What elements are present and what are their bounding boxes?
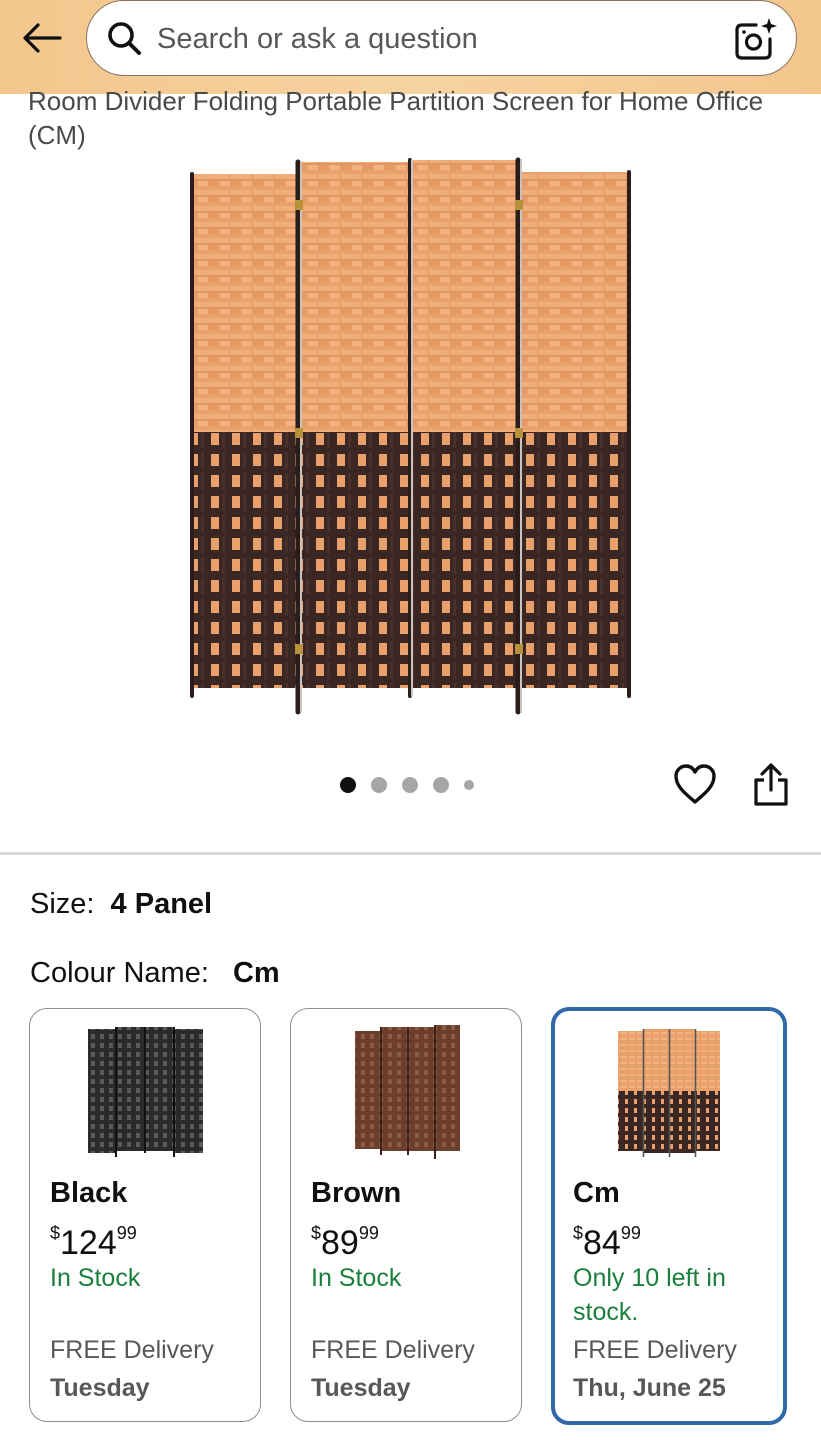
variant-card-brown[interactable]: Brown $8999 In Stock FREE Delivery Tuesd… [290, 1008, 522, 1422]
delivery-day: Thu, June 25 [573, 1374, 726, 1402]
price-cents: 99 [620, 1223, 641, 1243]
image-carousel-indicator[interactable] [340, 776, 474, 794]
delivery-label: FREE Delivery [573, 1336, 737, 1364]
search-bar[interactable] [86, 0, 797, 76]
colour-label: Colour Name: [30, 957, 209, 989]
variant-thumbnail [88, 1027, 203, 1157]
variant-card-black[interactable]: Black $12499 In Stock FREE Delivery Tues… [29, 1008, 261, 1422]
variant-price: $12499 [50, 1213, 137, 1263]
delivery-label: FREE Delivery [311, 1336, 475, 1364]
delivery-day: Tuesday [50, 1374, 150, 1402]
price-cents: 99 [358, 1223, 379, 1243]
price-cents: 99 [116, 1223, 137, 1243]
room-divider-image [190, 157, 631, 715]
arrow-left-icon [23, 23, 62, 53]
camera-sparkle-icon [735, 18, 777, 60]
heart-icon [674, 764, 716, 804]
variant-name: Brown [311, 1177, 402, 1209]
camera-search-button[interactable] [732, 15, 778, 61]
price-currency: $ [573, 1223, 584, 1243]
carousel-dot[interactable] [340, 777, 356, 793]
delivery-label: FREE Delivery [50, 1336, 214, 1364]
colour-value: Cm [232, 957, 280, 989]
carousel-dot[interactable] [402, 777, 418, 793]
price-whole: 124 [60, 1224, 117, 1262]
price-whole: 89 [321, 1224, 359, 1262]
product-image[interactable] [186, 156, 636, 716]
variant-thumbnail [355, 1025, 460, 1159]
product-title: Room Divider Folding Portable Partition … [28, 86, 764, 150]
price-whole: 84 [583, 1224, 621, 1262]
variant-card-cm[interactable]: Cm $8499 Only 10 left in stock. FREE Del… [551, 1007, 787, 1425]
top-bar [0, 0, 821, 94]
back-button[interactable] [18, 16, 66, 60]
search-input[interactable] [157, 15, 717, 63]
section-divider [0, 852, 821, 855]
search-icon [108, 22, 141, 55]
stock-status: Only 10 left in stock. [573, 1264, 726, 1326]
carousel-dot[interactable] [464, 780, 474, 790]
carousel-dot[interactable] [371, 777, 387, 793]
variant-price: $8499 [573, 1213, 641, 1263]
carousel-dot[interactable] [433, 777, 449, 793]
share-icon [754, 763, 788, 806]
variant-thumbnail [618, 1029, 720, 1157]
variant-name: Black [50, 1177, 128, 1209]
colour-selector: Colour Name: Cm [30, 955, 280, 991]
stock-status: In Stock [311, 1264, 402, 1292]
size-label: Size: [30, 888, 95, 920]
share-button[interactable] [750, 762, 792, 808]
variant-name: Cm [573, 1177, 620, 1209]
variant-price: $8999 [311, 1213, 379, 1263]
size-value: 4 Panel [110, 888, 213, 920]
price-currency: $ [311, 1223, 322, 1243]
price-currency: $ [50, 1223, 61, 1243]
delivery-day: Tuesday [311, 1374, 411, 1402]
size-selector: Size: 4 Panel [30, 886, 212, 922]
wishlist-button[interactable] [672, 762, 718, 806]
stock-status: In Stock [50, 1264, 141, 1292]
